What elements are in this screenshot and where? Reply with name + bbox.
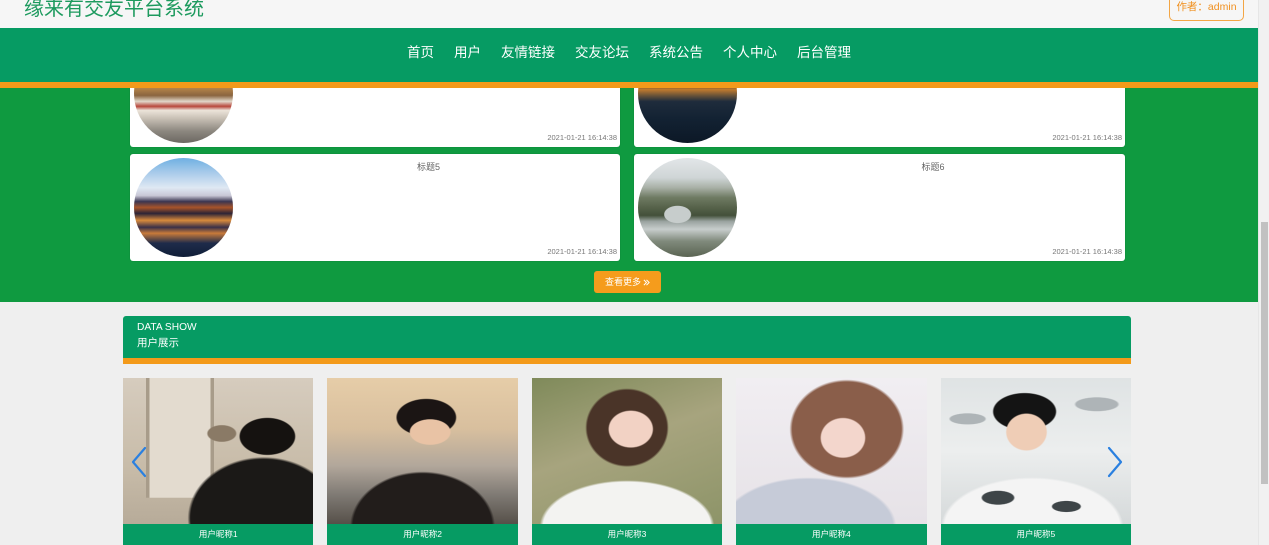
chevron-right-icon[interactable] — [1106, 446, 1124, 478]
news-time: 2021-01-21 16:14:38 — [1052, 133, 1122, 142]
top-header: 缘来有交友平台系统 作者：admin — [0, 0, 1258, 28]
user-nickname[interactable]: 用户昵称4 — [736, 524, 927, 545]
view-more-label: 查看更多 — [604, 276, 641, 287]
chevron-left-icon[interactable] — [130, 446, 148, 478]
news-image[interactable] — [134, 88, 233, 143]
section-title-en: DATA SHOW — [137, 322, 197, 333]
nav-item-personal-center[interactable]: 个人中心 — [723, 45, 777, 61]
nav-list: 首页 用户 友情链接 交友论坛 系统公告 个人中心 后台管理 — [0, 28, 1258, 82]
user-show-header: DATA SHOW 用户展示 — [123, 316, 1131, 364]
main-nav: 首页 用户 友情链接 交友论坛 系统公告 个人中心 后台管理 — [0, 28, 1258, 88]
user-nickname[interactable]: 用户昵称2 — [327, 524, 518, 545]
user-card[interactable]: 用户昵称1 — [123, 378, 314, 545]
nav-item-forum[interactable]: 交友论坛 — [575, 45, 629, 61]
view-more-button[interactable]: 查看更多 — [594, 271, 661, 293]
user-photo[interactable] — [123, 378, 314, 524]
user-photo[interactable] — [940, 378, 1132, 524]
news-section: 2021-01-21 16:14:38 2021-01-21 16:14:38 … — [0, 88, 1258, 302]
news-image[interactable] — [134, 158, 233, 257]
page: 缘来有交友平台系统 作者：admin 首页 用户 友情链接 交友论坛 系统公告 … — [0, 0, 1258, 545]
news-card[interactable]: 2021-01-21 16:14:38 — [634, 88, 1125, 147]
site-title: 缘来有交友平台系统 — [24, 0, 204, 20]
news-card[interactable]: 2021-01-21 16:14:38 — [130, 88, 620, 147]
scrollbar-thumb[interactable] — [1261, 222, 1268, 484]
user-photo[interactable] — [327, 378, 518, 524]
user-nickname[interactable]: 用户昵称1 — [123, 524, 314, 545]
news-image[interactable] — [638, 88, 737, 143]
double-chevron-right-icon — [643, 279, 650, 286]
author-badge: 作者：admin — [1169, 0, 1244, 21]
user-nickname[interactable]: 用户昵称3 — [531, 524, 723, 545]
news-card[interactable]: 标题6 2021-01-21 16:14:38 — [634, 154, 1125, 261]
nav-item-friend-links[interactable]: 友情链接 — [501, 45, 555, 61]
nav-item-users[interactable]: 用户 — [454, 45, 481, 61]
user-card[interactable]: 用户昵称4 — [736, 378, 927, 545]
news-title[interactable]: 标题6 — [741, 162, 1125, 173]
news-time: 2021-01-21 16:14:38 — [547, 247, 617, 256]
vertical-scrollbar[interactable] — [1258, 0, 1269, 545]
nav-item-home[interactable]: 首页 — [407, 45, 434, 61]
nav-item-announcements[interactable]: 系统公告 — [649, 45, 703, 61]
user-carousel: 用户昵称1 用户昵称2 用户昵称3 用户昵称4 用户昵称5 — [123, 378, 1132, 545]
user-photo[interactable] — [736, 378, 927, 524]
news-title[interactable]: 标题5 — [237, 162, 620, 173]
user-card[interactable]: 用户昵称3 — [531, 378, 723, 545]
user-card[interactable]: 用户昵称2 — [327, 378, 518, 545]
news-image[interactable] — [638, 158, 737, 257]
news-time: 2021-01-21 16:14:38 — [547, 133, 617, 142]
user-photo[interactable] — [531, 378, 723, 524]
news-card[interactable]: 标题5 2021-01-21 16:14:38 — [130, 154, 620, 261]
news-time: 2021-01-21 16:14:38 — [1052, 247, 1122, 256]
nav-item-admin[interactable]: 后台管理 — [797, 45, 851, 61]
user-card[interactable]: 用户昵称5 — [940, 378, 1132, 545]
section-title: 用户展示 — [137, 337, 179, 349]
user-nickname[interactable]: 用户昵称5 — [940, 524, 1132, 545]
